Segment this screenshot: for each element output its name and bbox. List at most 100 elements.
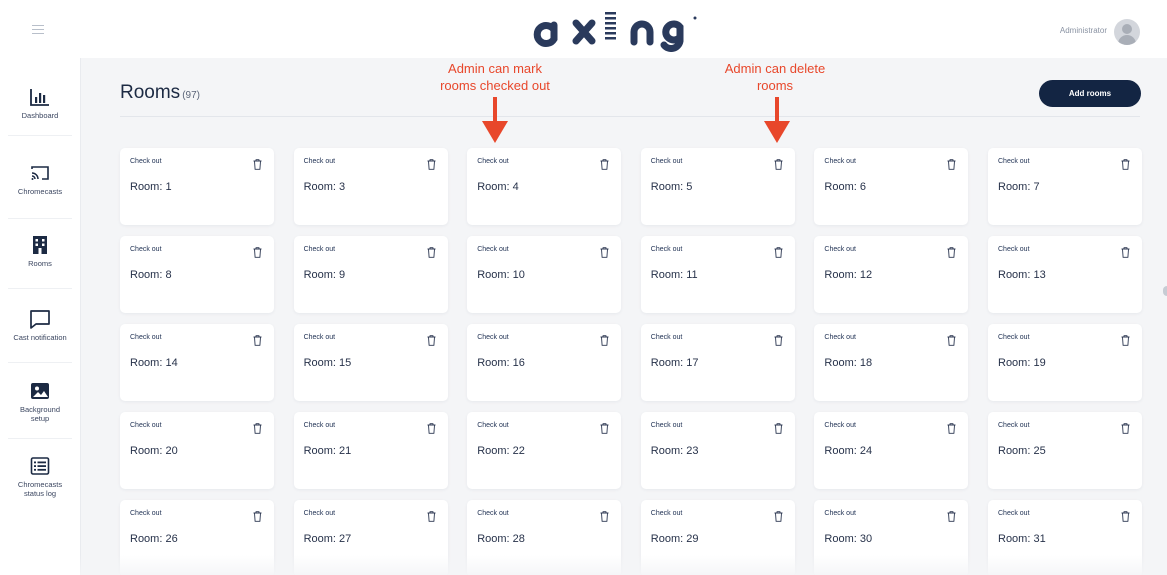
check-out-button[interactable]: Check out xyxy=(304,510,336,517)
room-card[interactable]: Check out Room: 7 xyxy=(988,148,1142,225)
check-out-button[interactable]: Check out xyxy=(998,334,1030,341)
room-card[interactable]: Check out Room: 12 xyxy=(814,236,969,313)
check-out-button[interactable]: Check out xyxy=(651,158,683,165)
trash-icon[interactable] xyxy=(427,509,436,522)
room-card[interactable]: Check out Room: 3 xyxy=(293,148,448,225)
trash-icon[interactable] xyxy=(1121,509,1130,522)
check-out-button[interactable]: Check out xyxy=(477,510,509,517)
room-card[interactable]: Check out Room: 20 xyxy=(120,412,274,489)
room-name: Room: 15 xyxy=(303,357,352,369)
sidebar-item-background-setup[interactable]: Background setup xyxy=(0,380,80,423)
side-panel-handle[interactable] xyxy=(1163,286,1167,296)
check-out-button[interactable]: Check out xyxy=(130,334,162,341)
trash-icon[interactable] xyxy=(947,333,956,346)
trash-icon[interactable] xyxy=(253,333,262,346)
trash-icon[interactable] xyxy=(427,421,436,434)
room-card[interactable]: Check out Room: 4 xyxy=(467,148,622,225)
avatar[interactable] xyxy=(1114,19,1140,45)
sidebar-item-chromecasts-status-log[interactable]: Chromecasts status log xyxy=(0,455,80,498)
check-out-button[interactable]: Check out xyxy=(130,510,162,517)
trash-icon[interactable] xyxy=(1121,157,1130,170)
check-out-button[interactable]: Check out xyxy=(998,510,1030,517)
trash-icon[interactable] xyxy=(947,509,956,522)
check-out-button[interactable]: Check out xyxy=(304,158,336,165)
trash-icon[interactable] xyxy=(774,333,783,346)
trash-icon[interactable] xyxy=(600,333,609,346)
trash-icon[interactable] xyxy=(947,421,956,434)
check-out-button[interactable]: Check out xyxy=(477,334,509,341)
divider xyxy=(120,116,1140,117)
trash-icon[interactable] xyxy=(947,245,956,258)
check-out-button[interactable]: Check out xyxy=(824,422,856,429)
room-name: Room: 13 xyxy=(998,269,1046,281)
check-out-button[interactable]: Check out xyxy=(477,246,509,253)
check-out-button[interactable]: Check out xyxy=(651,510,683,517)
room-card[interactable]: Check out Room: 10 xyxy=(467,236,622,313)
trash-icon[interactable] xyxy=(1121,333,1130,346)
trash-icon[interactable] xyxy=(253,509,262,522)
room-card[interactable]: Check out Room: 13 xyxy=(988,236,1142,313)
trash-icon[interactable] xyxy=(600,245,609,258)
check-out-button[interactable]: Check out xyxy=(651,422,683,429)
check-out-button[interactable]: Check out xyxy=(304,422,336,429)
room-card[interactable]: Check out Room: 17 xyxy=(640,324,795,401)
room-card[interactable]: Check out Room: 16 xyxy=(467,324,622,401)
room-card[interactable]: Check out Room: 14 xyxy=(120,324,274,401)
check-out-button[interactable]: Check out xyxy=(130,158,162,165)
user-name[interactable]: Administrator xyxy=(1060,26,1107,35)
sidebar-item-dashboard[interactable]: Dashboard xyxy=(0,86,80,120)
check-out-button[interactable]: Check out xyxy=(824,246,856,253)
check-out-button[interactable]: Check out xyxy=(477,158,509,165)
hamburger-menu-icon[interactable] xyxy=(32,25,44,35)
room-card[interactable]: Check out Room: 23 xyxy=(640,412,795,489)
trash-icon[interactable] xyxy=(600,421,609,434)
room-card[interactable]: Check out Room: 19 xyxy=(988,324,1142,401)
room-card[interactable]: Check out Room: 6 xyxy=(814,148,969,225)
trash-icon[interactable] xyxy=(774,421,783,434)
room-card[interactable]: Check out Room: 24 xyxy=(814,412,969,489)
check-out-button[interactable]: Check out xyxy=(304,246,336,253)
check-out-button[interactable]: Check out xyxy=(998,158,1030,165)
trash-icon[interactable] xyxy=(253,157,262,170)
trash-icon[interactable] xyxy=(253,245,262,258)
trash-icon[interactable] xyxy=(774,245,783,258)
trash-icon[interactable] xyxy=(947,157,956,170)
check-out-button[interactable]: Check out xyxy=(651,334,683,341)
check-out-button[interactable]: Check out xyxy=(130,422,162,429)
trash-icon[interactable] xyxy=(774,509,783,522)
trash-icon[interactable] xyxy=(427,245,436,258)
room-card[interactable]: Check out Room: 22 xyxy=(467,412,622,489)
room-card[interactable]: Check out Room: 11 xyxy=(640,236,795,313)
trash-icon[interactable] xyxy=(600,157,609,170)
room-name: Room: 17 xyxy=(650,357,699,369)
trash-icon[interactable] xyxy=(1121,245,1130,258)
check-out-button[interactable]: Check out xyxy=(304,334,336,341)
room-card[interactable]: Check out Room: 8 xyxy=(120,236,274,313)
check-out-button[interactable]: Check out xyxy=(824,158,856,165)
room-card[interactable]: Check out Room: 5 xyxy=(640,148,795,225)
sidebar-item-cast-notification[interactable]: Cast notification xyxy=(0,308,80,342)
room-card[interactable]: Check out Room: 25 xyxy=(988,412,1142,489)
add-rooms-button[interactable]: Add rooms xyxy=(1039,80,1141,107)
room-card[interactable]: Check out Room: 18 xyxy=(814,324,969,401)
trash-icon[interactable] xyxy=(774,157,783,170)
trash-icon[interactable] xyxy=(1121,421,1130,434)
check-out-button[interactable]: Check out xyxy=(824,334,856,341)
check-out-button[interactable]: Check out xyxy=(998,422,1030,429)
room-card[interactable]: Check out Room: 15 xyxy=(293,324,448,401)
room-card[interactable]: Check out Room: 1 xyxy=(120,148,274,225)
check-out-button[interactable]: Check out xyxy=(651,246,683,253)
sidebar-item-chromecasts[interactable]: Chromecasts xyxy=(0,162,80,196)
room-card[interactable]: Check out Room: 21 xyxy=(293,412,448,489)
check-out-button[interactable]: Check out xyxy=(477,422,509,429)
trash-icon[interactable] xyxy=(427,333,436,346)
trash-icon[interactable] xyxy=(253,421,262,434)
sidebar-item-rooms[interactable]: Rooms xyxy=(0,234,80,268)
check-out-button[interactable]: Check out xyxy=(130,246,162,253)
check-out-button[interactable]: Check out xyxy=(998,246,1030,253)
trash-icon[interactable] xyxy=(427,157,436,170)
bar-chart-icon xyxy=(30,89,49,106)
room-card[interactable]: Check out Room: 9 xyxy=(293,236,448,313)
check-out-button[interactable]: Check out xyxy=(824,510,856,517)
trash-icon[interactable] xyxy=(600,509,609,522)
